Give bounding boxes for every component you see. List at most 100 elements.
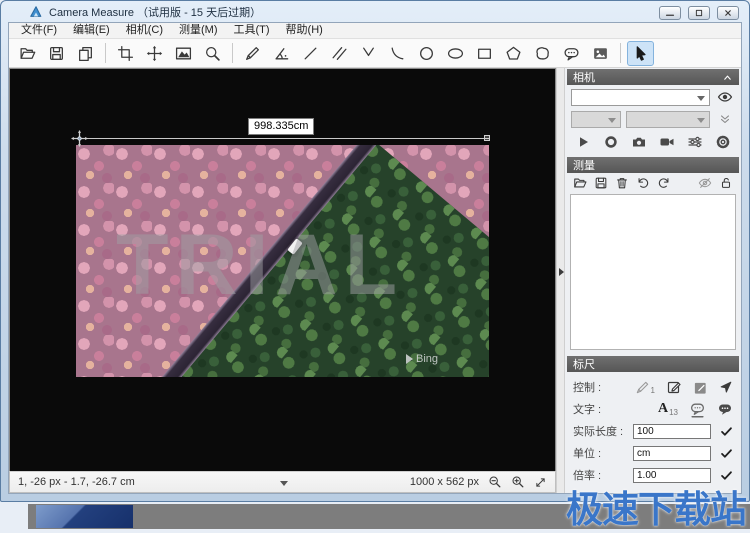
close-button[interactable] (717, 6, 739, 20)
camera-panel: 相机 (567, 69, 739, 154)
zoom-in-button[interactable] (511, 475, 525, 489)
actual-length-input[interactable] (633, 424, 711, 439)
sidebar-splitter[interactable] (556, 68, 565, 493)
measure-start-handle[interactable] (71, 130, 88, 147)
minimize-icon (664, 7, 676, 19)
rectangle-tool-button[interactable] (471, 41, 498, 66)
pencil-tool-button[interactable] (239, 41, 266, 66)
video-icon (659, 134, 675, 150)
app-window: Camera Measure （试用版 - 15 天后过期） 文件(F)编辑(E… (0, 0, 750, 502)
undo-measure-button[interactable] (636, 176, 650, 190)
freeform-icon (534, 45, 551, 62)
menu-file[interactable]: 文件(F) (13, 23, 65, 38)
titlebar: Camera Measure （试用版 - 15 天后过期） (1, 1, 749, 22)
menu-edit[interactable]: 编辑(E) (65, 23, 118, 38)
menu-measure[interactable]: 测量(M) (171, 23, 226, 38)
pointer-mode-button[interactable] (719, 380, 733, 394)
menu-camera[interactable]: 相机(C) (118, 23, 171, 38)
resolution-select[interactable] (571, 111, 621, 128)
search-icon (204, 45, 221, 62)
toolbar-separator (620, 43, 621, 63)
save-measure-button[interactable] (594, 176, 608, 190)
trash-measure-button[interactable] (615, 176, 629, 190)
select-tool-button[interactable] (627, 41, 654, 66)
actual-length-label: 实际长度 : (573, 423, 633, 439)
camera-button[interactable] (629, 133, 649, 151)
circle-tool-button[interactable] (413, 41, 440, 66)
line-tool-button[interactable] (297, 41, 324, 66)
gallery-thumbnail[interactable] (36, 505, 133, 528)
save-tool-button[interactable] (43, 41, 70, 66)
move-tool-button[interactable] (141, 41, 168, 66)
format-select[interactable] (626, 111, 710, 128)
measure-panel-header[interactable]: 测量 (567, 157, 739, 173)
measurement-value: 998.335cm (248, 118, 314, 135)
arc-tool-button[interactable] (384, 41, 411, 66)
bing-icon (406, 354, 413, 364)
polygon-tool-button[interactable] (500, 41, 527, 66)
save-icon (48, 45, 65, 62)
minimize-button[interactable] (659, 6, 681, 20)
comment-tool-button[interactable] (558, 41, 585, 66)
video-button[interactable] (657, 133, 677, 151)
text-label: 文字 : (573, 401, 641, 417)
tune-button[interactable] (685, 133, 705, 151)
unit-input[interactable] (633, 446, 711, 461)
open-measure-button[interactable] (573, 176, 587, 190)
maximize-button[interactable] (688, 6, 710, 20)
crop-tool-button[interactable] (112, 41, 139, 66)
statusbar-dropdown-arrow[interactable] (280, 481, 288, 490)
apply-length-button[interactable] (720, 425, 733, 438)
canvas-column: TRIAL Bing 998.335cm 1, -26 px - 1.7, -2… (9, 68, 556, 493)
ruler-panel-header[interactable]: 标尺 (567, 356, 739, 372)
fit-view-button[interactable] (534, 476, 547, 489)
toolbar-separator (232, 43, 233, 63)
copy-tool-button[interactable] (72, 41, 99, 66)
line-icon (302, 45, 319, 62)
more-options-chevrons-icon[interactable] (715, 110, 735, 128)
window-controls (659, 6, 739, 20)
toolbar-separator (105, 43, 106, 63)
collapse-sidebar-arrow-icon[interactable] (559, 268, 568, 276)
preview-eye-button[interactable] (715, 88, 735, 106)
record-button[interactable] (601, 133, 621, 151)
menu-tools[interactable]: 工具(T) (226, 23, 278, 38)
pencil-icon (244, 45, 261, 62)
label-style-outline-button[interactable] (689, 401, 706, 418)
gear-button[interactable] (713, 133, 733, 151)
play-button[interactable] (573, 133, 593, 151)
ellipse-tool-button[interactable] (442, 41, 469, 66)
eyeoff-measure-button[interactable] (698, 176, 712, 190)
open-tool-button[interactable] (14, 41, 41, 66)
app-logo-icon (29, 5, 43, 19)
measure-end-handle[interactable] (484, 135, 490, 141)
statusbar: 1, -26 px - 1.7, -26.7 cm 1000 x 562 px (9, 471, 556, 493)
edit-filled-button[interactable] (693, 380, 708, 395)
zoom-out-button[interactable] (488, 475, 502, 489)
parallel-tool-button[interactable] (326, 41, 353, 66)
measurement-line[interactable] (80, 138, 489, 139)
freeform-tool-button[interactable] (529, 41, 556, 66)
chart-tool-button[interactable] (170, 41, 197, 66)
camera-device-select[interactable] (571, 89, 710, 106)
label-style-filled-button[interactable] (717, 401, 733, 417)
edit-measure-button[interactable] (666, 379, 682, 395)
draw-line-button[interactable]: 1 (635, 380, 655, 395)
image-tool-button[interactable] (587, 41, 614, 66)
redo-measure-button[interactable] (657, 176, 671, 190)
trash-icon (615, 176, 629, 190)
measurement-list[interactable] (570, 194, 736, 350)
canvas[interactable]: TRIAL Bing 998.335cm (9, 68, 556, 471)
angle-tool-button[interactable] (268, 41, 295, 66)
unlock-measure-button[interactable] (719, 176, 733, 190)
gear-icon (715, 134, 731, 150)
apply-unit-button[interactable] (720, 447, 733, 460)
arc-icon (389, 45, 406, 62)
anglelines-tool-button[interactable] (355, 41, 382, 66)
font-button[interactable]: A13 (658, 401, 678, 417)
camera-panel-header[interactable]: 相机 (567, 69, 739, 85)
collapse-chevron-icon[interactable] (722, 72, 733, 83)
search-tool-button[interactable] (199, 41, 226, 66)
comment-icon (563, 45, 580, 62)
menu-help[interactable]: 帮助(H) (278, 23, 331, 38)
